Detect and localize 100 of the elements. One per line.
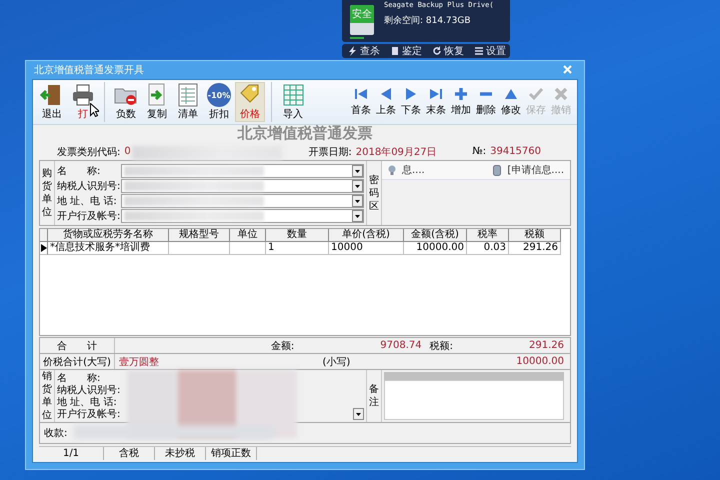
toolbar-button[interactable]: 价格 <box>235 82 265 122</box>
date-label: 开票日期: <box>308 146 352 158</box>
invoice-code-value: 0 <box>124 146 131 157</box>
dropdown-field[interactable] <box>121 178 364 192</box>
checkmark-icon <box>529 87 543 101</box>
remark-field[interactable] <box>384 380 564 420</box>
number-label: №: <box>472 146 486 157</box>
table-cell: 1 <box>266 242 329 255</box>
arrow-left-icon <box>379 87 393 101</box>
nav-button[interactable]: 上条 <box>374 87 398 117</box>
discount-icon: -10% <box>207 83 231 107</box>
nav-button[interactable]: 增加 <box>449 87 473 117</box>
table-cell: *信息技术服务*培训费 <box>48 242 169 255</box>
toolbar-button[interactable]: 退出 <box>37 82 67 122</box>
field-label: 地 址、电 话: <box>57 396 118 408</box>
nav-button[interactable]: 首条 <box>349 87 373 117</box>
status-text: 1/1 <box>39 447 104 460</box>
toolbar-button[interactable]: 导入 <box>278 82 308 122</box>
plus-icon <box>454 87 468 101</box>
table-cell: 0.03 <box>467 242 509 255</box>
totals-label: 合 计 <box>40 338 115 353</box>
table-corner-cell <box>40 229 48 242</box>
section-label: 销货单位 <box>40 370 55 422</box>
drive-action-button[interactable]: 恢复 <box>432 44 464 58</box>
skip-forward-icon <box>429 87 443 101</box>
column-header: 单位 <box>230 229 266 242</box>
table-cell: 10000 <box>329 242 404 255</box>
payee-label: 收款: <box>44 427 68 440</box>
toolbar-button[interactable]: 清单 <box>173 82 203 122</box>
figure-label: (小写) <box>322 356 350 368</box>
total-figure: 10000.00 <box>516 356 564 367</box>
free-space-text: 剩余空间: 814.73GB <box>384 14 472 27</box>
toolbar-button[interactable]: 负数 <box>111 82 141 122</box>
toolbar-button[interactable]: 打 <box>68 82 98 122</box>
status-text: 未抄税 <box>155 447 206 460</box>
triangle-icon <box>504 87 518 101</box>
toolbar-button[interactable]: -10% 折扣 <box>204 82 234 122</box>
field-label: 纳税人识别号: <box>57 384 121 396</box>
status-text: 含税 <box>104 447 155 460</box>
amount-value: 9708.74 <box>380 340 422 351</box>
printer-icon <box>71 83 95 107</box>
column-header: 单价(含税) <box>329 229 404 242</box>
table-cell <box>230 242 266 255</box>
mouse-pointer-icon <box>90 103 99 117</box>
invoice-title: 北京增值税普通发票 <box>236 125 374 143</box>
tax-value: 291.26 <box>529 340 564 351</box>
dropdown-field[interactable] <box>121 208 364 222</box>
invoice-date: 2018年09月27日 <box>356 146 437 158</box>
row-marker-cell[interactable] <box>40 242 48 255</box>
status-text: 销项正数 <box>206 447 257 460</box>
column-header: 金额(含税) <box>404 229 467 242</box>
tax-label: 税额: <box>430 340 453 352</box>
lightbulb-icon <box>388 164 396 176</box>
safe-badge: 安全 <box>350 5 374 23</box>
refresh-icon <box>432 46 442 56</box>
nav-button[interactable]: 末条 <box>424 87 448 117</box>
nav-button[interactable]: 修改 <box>499 87 523 117</box>
total-in-words: 壹万圆整 <box>119 356 159 368</box>
total-words-label: 价税合计(大写) <box>40 354 115 369</box>
window-title: 北京增值税普通发票开具 <box>34 64 144 77</box>
drive-action-button[interactable]: 设置 <box>474 44 506 58</box>
list-icon <box>474 46 484 56</box>
column-header: 规格型号 <box>169 229 230 242</box>
field-label: 地 址、电 话: <box>57 194 118 208</box>
code-label: 发票类别代码: <box>57 146 120 158</box>
section-label: 购货单位 <box>40 161 55 225</box>
field-label: 名 称: <box>57 164 102 178</box>
table-cell: 10000.00 <box>404 242 467 255</box>
table-cell: 291.26 <box>509 242 561 255</box>
arrow-right-icon <box>404 87 418 101</box>
dropdown-field[interactable] <box>121 164 364 178</box>
nav-button[interactable]: 下条 <box>399 87 423 117</box>
column-header: 数量 <box>266 229 329 242</box>
field-label: 纳税人识别号: <box>57 180 121 192</box>
cipher-text: 息.... <box>402 164 425 177</box>
dropdown-field[interactable] <box>121 194 364 208</box>
section-label: 备注 <box>367 370 382 422</box>
grid-icon <box>281 83 305 107</box>
spreadsheet-icon <box>176 83 200 107</box>
column-header: 货物或应税劳务名称 <box>48 229 169 242</box>
invoice-number: 39415760 <box>490 146 541 157</box>
cross-icon <box>554 87 568 101</box>
drive-action-button[interactable]: 查杀 <box>348 44 380 58</box>
bolt-icon <box>348 46 358 56</box>
row-pointer-icon <box>40 244 46 252</box>
nav-button[interactable]: 删除 <box>474 87 498 117</box>
column-header: 税率 <box>467 229 509 242</box>
field-label: 开户行及帐号: <box>57 408 121 421</box>
drive-icon <box>390 46 400 56</box>
toolbar-button[interactable]: 复制 <box>142 82 172 122</box>
amount-label: 金额: <box>270 340 294 352</box>
close-icon <box>562 64 572 74</box>
column-header: 税额 <box>509 229 561 242</box>
cipher-text: [申请信息.... <box>507 164 564 177</box>
skip-back-icon <box>354 87 368 101</box>
table-cell <box>169 242 230 255</box>
card-icon <box>493 164 502 176</box>
field-label: 名 称: <box>57 372 102 384</box>
drive-action-button[interactable]: 鉴定 <box>390 44 422 58</box>
field-label: 开户行及帐号: <box>57 210 121 222</box>
